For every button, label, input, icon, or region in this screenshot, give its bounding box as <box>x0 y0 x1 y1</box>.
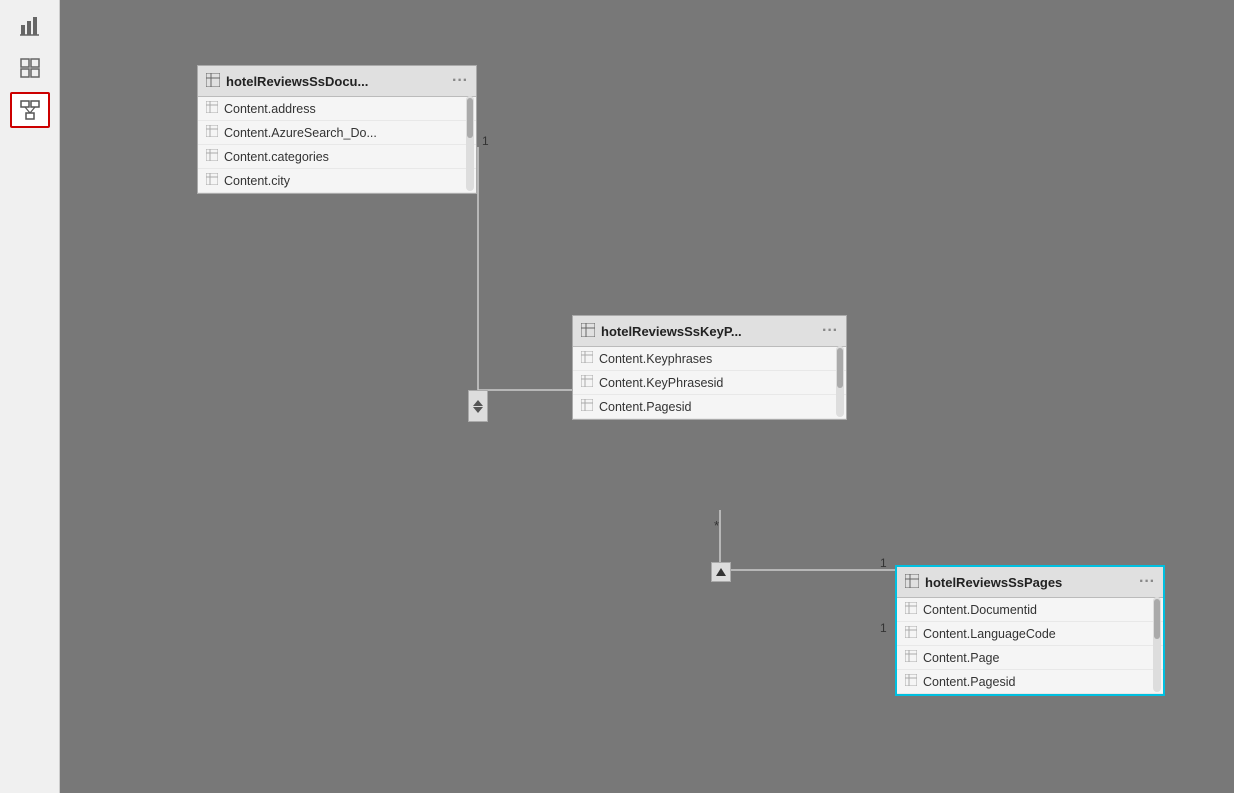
diagram-icon <box>19 99 41 121</box>
diagram-canvas: 1 * 1 1 hotelReviewsSsDocu... ··· <box>60 0 1234 793</box>
row-label-2-1: Content.Keyphrases <box>599 352 712 366</box>
table-row-1-3: Content.categories <box>198 145 476 169</box>
svg-text:1: 1 <box>482 134 489 148</box>
row-icon-2-3 <box>581 399 593 414</box>
scroll-thumb-2 <box>837 348 843 388</box>
table-menu-1[interactable]: ··· <box>452 72 468 90</box>
scroll-bar-3[interactable] <box>1153 597 1161 692</box>
table-card-1: hotelReviewsSsDocu... ··· Content.addres… <box>197 65 477 194</box>
table-row-1-1: Content.address <box>198 97 476 121</box>
sidebar-item-diagram[interactable] <box>10 92 50 128</box>
row-label-1-3: Content.categories <box>224 150 329 164</box>
row-icon-3-4 <box>905 674 917 689</box>
table-header-3[interactable]: hotelReviewsSsPages ··· <box>897 567 1163 598</box>
join-indicator-1 <box>468 390 488 422</box>
row-icon-2-2 <box>581 375 593 390</box>
grid-icon <box>19 57 41 79</box>
sidebar <box>0 0 60 793</box>
table-icon-2 <box>581 323 595 340</box>
table-row-1-2: Content.AzureSearch_Do... <box>198 121 476 145</box>
row-label-3-1: Content.Documentid <box>923 603 1037 617</box>
table-row-2-2: Content.KeyPhrasesid <box>573 371 846 395</box>
row-label-1-1: Content.address <box>224 102 316 116</box>
table-title-3: hotelReviewsSsPages <box>925 575 1133 590</box>
bar-chart-icon <box>19 15 41 37</box>
arrow-up-2 <box>716 568 726 576</box>
row-icon-3-2 <box>905 626 917 641</box>
svg-text:*: * <box>714 518 719 533</box>
row-label-1-4: Content.city <box>224 174 290 188</box>
row-icon-1-3 <box>206 149 218 164</box>
row-label-3-4: Content.Pagesid <box>923 675 1015 689</box>
table-row-2-3: Content.Pagesid <box>573 395 846 419</box>
table-title-2: hotelReviewsSsKeyP... <box>601 324 816 339</box>
table-row-3-4: Content.Pagesid <box>897 670 1163 694</box>
sidebar-item-chart[interactable] <box>10 8 50 44</box>
table-icon-1 <box>206 73 220 90</box>
row-icon-1-4 <box>206 173 218 188</box>
table-row-3-1: Content.Documentid <box>897 598 1163 622</box>
row-label-1-2: Content.AzureSearch_Do... <box>224 126 377 140</box>
row-icon-1-2 <box>206 125 218 140</box>
table-title-1: hotelReviewsSsDocu... <box>226 74 446 89</box>
scroll-thumb-3 <box>1154 599 1160 639</box>
scroll-bar-1[interactable] <box>466 96 474 191</box>
row-label-2-3: Content.Pagesid <box>599 400 691 414</box>
row-icon-1-1 <box>206 101 218 116</box>
table-row-2-1: Content.Keyphrases <box>573 347 846 371</box>
scroll-bar-2[interactable] <box>836 346 844 417</box>
table-row-3-2: Content.LanguageCode <box>897 622 1163 646</box>
row-label-2-2: Content.KeyPhrasesid <box>599 376 723 390</box>
arrow-down <box>473 407 483 413</box>
arrow-up <box>473 400 483 406</box>
svg-text:1: 1 <box>880 556 887 570</box>
table-header-2[interactable]: hotelReviewsSsKeyP... ··· <box>573 316 846 347</box>
join-indicator-2 <box>711 562 731 582</box>
row-label-3-3: Content.Page <box>923 651 999 665</box>
table-icon-3 <box>905 574 919 591</box>
table-menu-2[interactable]: ··· <box>822 322 838 340</box>
table-card-3: hotelReviewsSsPages ··· Content.Document… <box>895 565 1165 696</box>
scroll-thumb-1 <box>467 98 473 138</box>
table-row-3-3: Content.Page <box>897 646 1163 670</box>
svg-text:1: 1 <box>880 621 887 635</box>
table-row-1-4: Content.city <box>198 169 476 193</box>
table-menu-3[interactable]: ··· <box>1139 573 1155 591</box>
row-icon-3-3 <box>905 650 917 665</box>
sidebar-item-grid[interactable] <box>10 50 50 86</box>
row-icon-3-1 <box>905 602 917 617</box>
table-header-1[interactable]: hotelReviewsSsDocu... ··· <box>198 66 476 97</box>
table-card-2: hotelReviewsSsKeyP... ··· Content.Keyphr… <box>572 315 847 420</box>
row-icon-2-1 <box>581 351 593 366</box>
row-label-3-2: Content.LanguageCode <box>923 627 1056 641</box>
